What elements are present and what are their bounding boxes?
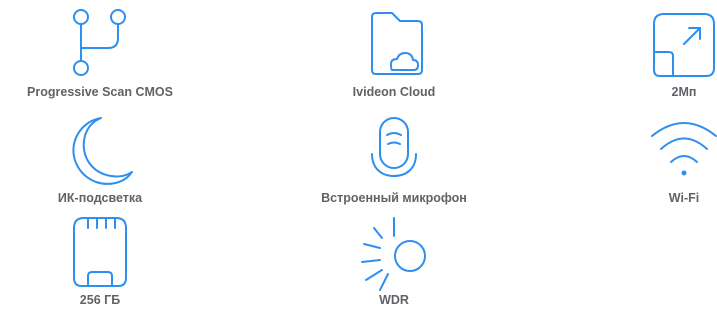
cloud-folder-icon [354, 4, 434, 84]
feature-microphone: Встроенный микрофон [294, 110, 494, 205]
feature-label: Встроенный микрофон [321, 191, 467, 205]
feature-label: ИК-подсветка [57, 191, 143, 205]
sun-icon [354, 212, 434, 292]
feature-sd-storage: 256 ГБ [0, 212, 200, 307]
feature-label: Progressive Scan CMOS [27, 85, 173, 99]
feature-label: WDR [379, 293, 409, 307]
microphone-icon [354, 110, 434, 190]
feature-wifi: Wi-Fi [584, 110, 717, 205]
sd-card-icon [60, 212, 140, 292]
wifi-icon [644, 110, 717, 190]
moon-icon [60, 110, 140, 190]
branch-icon [60, 4, 140, 84]
expand-arrow-icon [644, 4, 717, 84]
feature-label: 256 ГБ [79, 293, 121, 307]
feature-label: Wi-Fi [668, 191, 700, 205]
feature-progressive-scan: Progressive Scan CMOS [0, 4, 200, 99]
feature-wdr: WDR [294, 212, 494, 307]
feature-ivideon-cloud: Ivideon Cloud [294, 4, 494, 99]
feature-label: 2Мп [671, 85, 697, 99]
feature-resolution: 2Мп [584, 4, 717, 99]
feature-label: Ivideon Cloud [352, 85, 436, 99]
feature-ir-backlight: ИК-подсветка [0, 110, 200, 205]
